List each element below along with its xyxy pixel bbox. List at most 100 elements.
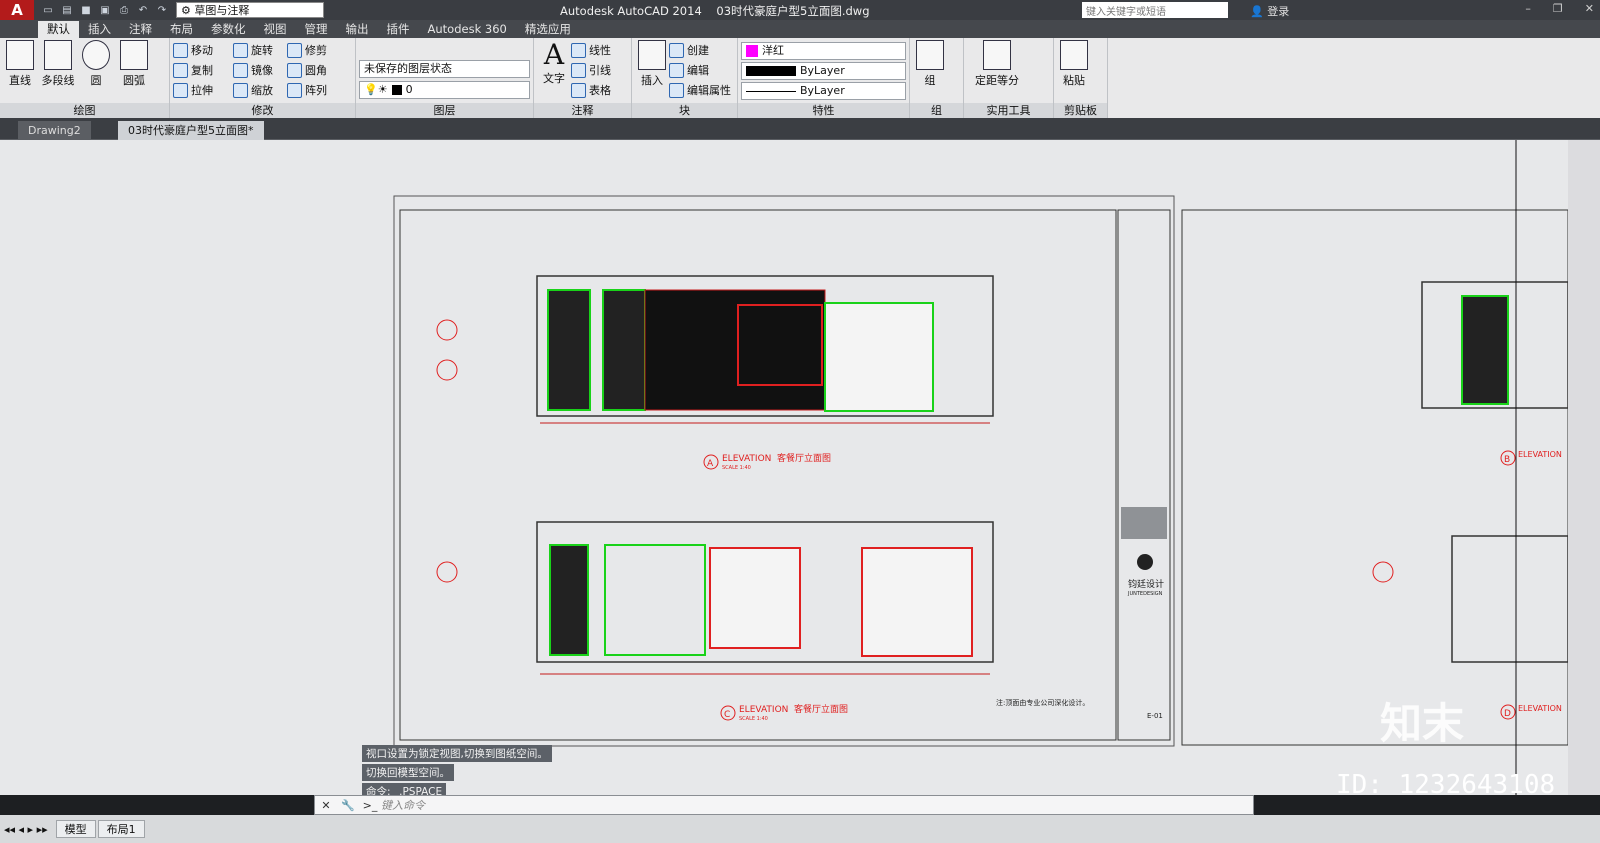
line-tool[interactable]: 直线 xyxy=(3,40,37,88)
new-file-icon[interactable]: ▭ xyxy=(40,3,56,17)
linetype-combo[interactable]: ByLayer xyxy=(741,62,906,80)
annotation-panel-label[interactable]: 注释 xyxy=(534,103,631,118)
stretch-tool[interactable]: 拉伸 xyxy=(173,80,233,100)
tab-plugins[interactable]: 插件 xyxy=(378,21,419,38)
rotate-icon xyxy=(233,42,248,58)
close-command-icon[interactable]: ✕ xyxy=(315,799,337,812)
viewport-controls[interactable] xyxy=(1568,140,1600,795)
mirror-icon xyxy=(233,62,248,78)
save-icon[interactable]: ■ xyxy=(78,3,94,17)
tab-annotate[interactable]: 注释 xyxy=(120,21,161,38)
restore-icon[interactable]: ❐ xyxy=(1553,2,1563,15)
workspace-selector[interactable]: ⚙ 草图与注释 xyxy=(176,2,324,18)
measure-tool[interactable]: 定距等分 xyxy=(967,40,1027,88)
scale-tool[interactable]: 缩放 xyxy=(233,80,287,100)
clipboard-panel-label[interactable]: 剪贴板 xyxy=(1054,103,1107,118)
paste-tool[interactable]: 粘贴 xyxy=(1057,40,1091,88)
print-icon[interactable]: ⎙ xyxy=(116,3,132,17)
minimize-icon[interactable]: – xyxy=(1525,2,1531,15)
elev-d-tag: D xyxy=(1504,709,1511,719)
drawing-area[interactable]: 钧廷设计 JUNTEDESIGN E-01 A ELEVATION 客餐厅立面图… xyxy=(0,140,1569,795)
undo-icon[interactable]: ↶ xyxy=(135,3,151,17)
sheet-border xyxy=(393,195,1175,747)
tab-insert[interactable]: 插入 xyxy=(79,21,120,38)
lineweight-label: ByLayer xyxy=(800,84,845,97)
paste-label: 粘贴 xyxy=(1063,74,1085,87)
layout-nav-icon[interactable]: ◂◂ ◂ ▸ ▸▸ xyxy=(4,823,48,836)
sheet-number: E-01 xyxy=(1147,712,1163,720)
elev-a-panel-1 xyxy=(547,289,591,411)
open-file-icon[interactable]: ▤ xyxy=(59,3,75,17)
array-tool[interactable]: 阵列 xyxy=(287,80,347,100)
color-label: 洋红 xyxy=(762,44,784,57)
table-label: 表格 xyxy=(589,84,611,97)
command-input[interactable]: 键入命令 xyxy=(381,797,425,813)
arc-tool[interactable]: 圆弧 xyxy=(117,40,151,88)
linear-icon xyxy=(571,42,586,58)
polyline-tool[interactable]: 多段线 xyxy=(41,40,75,88)
search-input[interactable]: 键入关键字或短语 xyxy=(1082,2,1228,18)
table-tool[interactable]: 表格 xyxy=(571,80,611,100)
tab-manage[interactable]: 管理 xyxy=(296,21,337,38)
properties-panel-label[interactable]: 特性 xyxy=(738,103,909,118)
command-history: 视口设置为锁定视图,切换到图纸空间。 切换回模型空间。 命令: _.PSPACE xyxy=(362,745,602,802)
draw-panel: 直线 多段线 圆 圆弧 绘图 xyxy=(0,38,170,118)
group-tool[interactable]: 组 xyxy=(913,40,947,88)
text-tool[interactable]: A 文字 xyxy=(537,40,571,100)
block-panel-label[interactable]: 块 xyxy=(632,103,737,118)
login-button[interactable]: 👤 登录 xyxy=(1250,3,1289,19)
rotate-tool[interactable]: 旋转 xyxy=(233,40,287,60)
trim-tool[interactable]: 修剪 xyxy=(287,40,347,60)
lineweight-combo[interactable]: ByLayer xyxy=(741,82,906,100)
elev-d-outline xyxy=(1451,535,1569,663)
doc-tab-current[interactable]: 03时代豪庭户型5立面图* xyxy=(118,121,264,140)
tab-layout[interactable]: 布局 xyxy=(161,21,202,38)
sheet-2-frame xyxy=(1181,209,1569,746)
fillet-tool[interactable]: 圆角 xyxy=(287,60,347,80)
layer-combo[interactable]: 💡☀ 0 xyxy=(359,81,530,99)
autocad-logo[interactable]: A xyxy=(0,0,34,20)
utilities-panel-label[interactable]: 实用工具 xyxy=(964,103,1053,118)
trim-label: 修剪 xyxy=(305,44,327,57)
edit-block-tool[interactable]: 编辑 xyxy=(669,60,731,80)
circle-tool[interactable]: 圆 xyxy=(79,40,113,88)
close-icon[interactable]: ✕ xyxy=(1585,2,1594,15)
array-label: 阵列 xyxy=(305,84,327,97)
ribbon: 直线 多段线 圆 圆弧 绘图 移动 旋转 修剪 复制 镜像 圆角 拉伸 缩放 阵… xyxy=(0,38,1600,118)
insert-tool[interactable]: 插入 xyxy=(635,40,669,100)
tab-view[interactable]: 视图 xyxy=(255,21,296,38)
mirror-tool[interactable]: 镜像 xyxy=(233,60,287,80)
layout-tab-model[interactable]: 模型 xyxy=(55,820,96,838)
tab-parametric[interactable]: 参数化 xyxy=(202,21,255,38)
elev-c-name: 客餐厅立面图 xyxy=(794,703,848,715)
tab-default[interactable]: 默认 xyxy=(38,21,79,38)
scale-icon xyxy=(233,82,248,98)
tab-featured[interactable]: 精选应用 xyxy=(516,21,580,38)
wrench-icon[interactable]: 🔧 xyxy=(337,799,359,812)
modify-panel-label[interactable]: 修改 xyxy=(170,103,355,118)
color-combo[interactable]: 洋红 xyxy=(741,42,906,60)
layout-tab-layout1[interactable]: 布局1 xyxy=(97,820,145,838)
utilities-panel: 定距等分 实用工具 xyxy=(964,38,1054,118)
group-panel-label[interactable]: 组 xyxy=(910,103,963,118)
color-swatch xyxy=(746,45,758,57)
edit-icon xyxy=(669,62,684,78)
drawing-note: 注:顶面由专业公司深化设计。 xyxy=(996,698,1089,707)
doc-tab-drawing2[interactable]: Drawing2 xyxy=(18,121,91,140)
saveas-icon[interactable]: ▣ xyxy=(97,3,113,17)
linear-dim-tool[interactable]: 线性 xyxy=(571,40,611,60)
copy-tool[interactable]: 复制 xyxy=(173,60,233,80)
title-bar: A ▭ ▤ ■ ▣ ⎙ ↶ ↷ ⚙ 草图与注释 Autodesk AutoCAD… xyxy=(0,0,1600,20)
drawing-canvas[interactable]: 钧廷设计 JUNTEDESIGN E-01 A ELEVATION 客餐厅立面图… xyxy=(0,140,1569,795)
tab-output[interactable]: 输出 xyxy=(337,21,378,38)
layer-panel-label[interactable]: 图层 xyxy=(356,103,533,118)
elev-b-panel xyxy=(1461,295,1509,405)
layer-state-combo[interactable]: 未保存的图层状态 xyxy=(359,60,530,78)
edit-attr-tool[interactable]: 编辑属性 xyxy=(669,80,731,100)
redo-icon[interactable]: ↷ xyxy=(154,3,170,17)
move-tool[interactable]: 移动 xyxy=(173,40,233,60)
draw-panel-label[interactable]: 绘图 xyxy=(0,103,169,118)
create-block-tool[interactable]: 创建 xyxy=(669,40,731,60)
tab-autodesk360[interactable]: Autodesk 360 xyxy=(419,21,516,38)
leader-tool[interactable]: 引线 xyxy=(571,60,611,80)
